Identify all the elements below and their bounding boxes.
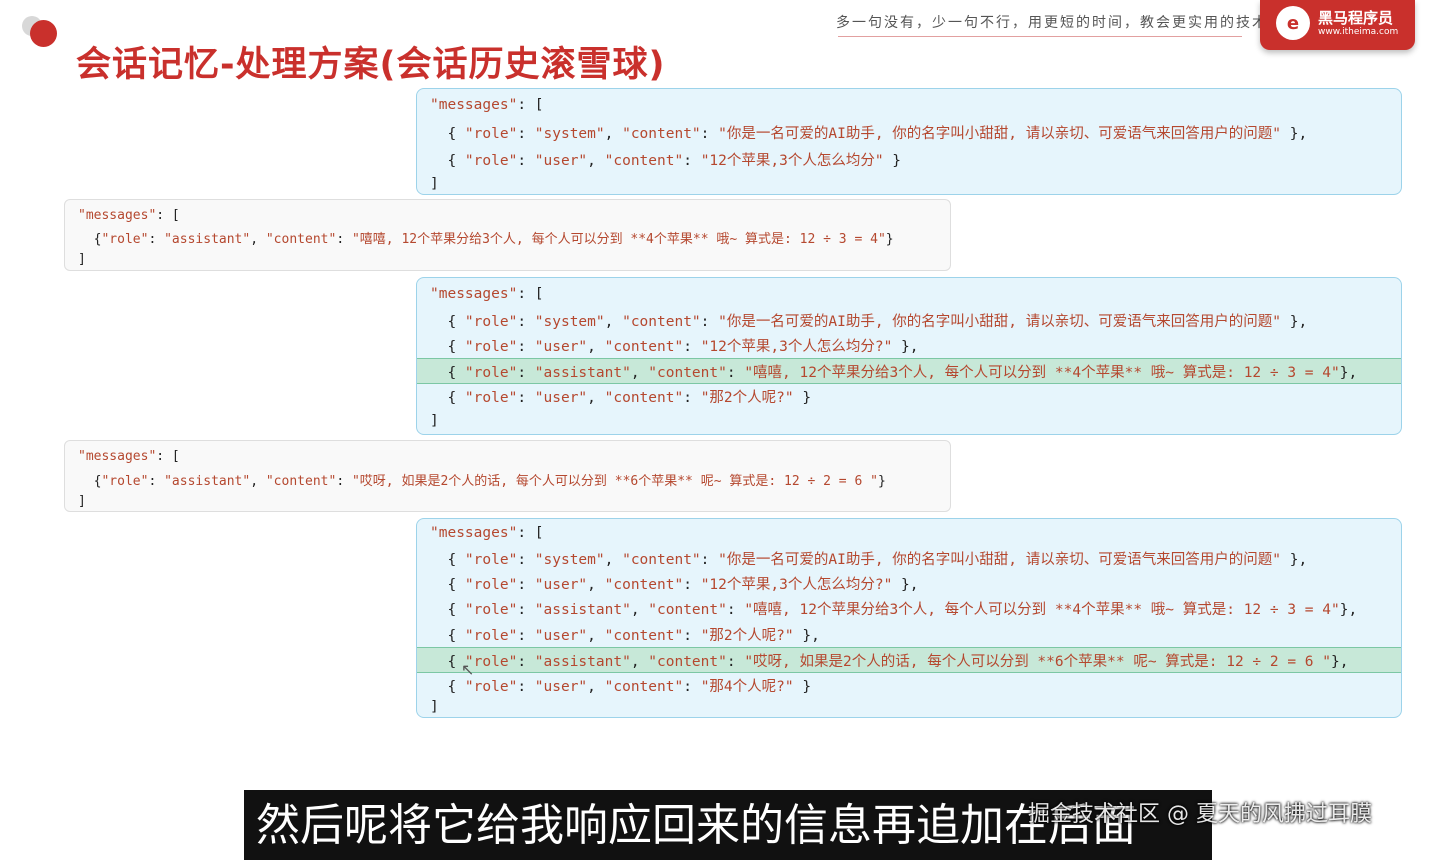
code-line: { "role": "system", "content": "你是一名可爱的A… xyxy=(430,125,1308,142)
code-line: "messages": [ xyxy=(430,525,544,541)
code-block-response-1: "messages": [ {"role": "assistant", "con… xyxy=(64,199,951,271)
logo-name: 黑马程序员 xyxy=(1318,9,1394,27)
code-line: ] xyxy=(430,413,439,429)
code-line: ] xyxy=(78,493,86,509)
logo-url: www.itheima.com xyxy=(1318,27,1399,37)
code-block-request-2: "messages": [ { "role": "system", "conte… xyxy=(416,277,1402,435)
code-line: { "role": "user", "content": "那4个人呢?" } xyxy=(430,678,812,695)
code-line: { "role": "assistant", "content": "嘻嘻, 1… xyxy=(430,601,1358,618)
decor-dot-red xyxy=(30,20,57,47)
code-line: ] xyxy=(78,251,86,267)
code-line: "messages": [ xyxy=(78,207,180,223)
code-line-highlighted: { "role": "assistant", "content": "嘻嘻, 1… xyxy=(417,358,1401,384)
watermark: 掘金技术社区 @ 夏天的风拂过耳膜 xyxy=(1028,802,1372,827)
code-line: { "role": "user", "content": "12个苹果,3个人怎… xyxy=(430,576,919,593)
code-block-request-1: "messages": [ { "role": "system", "conte… xyxy=(416,88,1402,195)
code-line: ] xyxy=(430,176,439,192)
brand-logo: e 黑马程序员 www.itheima.com xyxy=(1260,0,1415,50)
slide-title: 会话记忆-处理方案(会话历史滚雪球) xyxy=(76,45,666,85)
code-line: ] xyxy=(430,699,439,715)
code-line: { "role": "user", "content": "那2个人呢?" }, xyxy=(430,627,820,644)
logo-mark-icon: e xyxy=(1276,6,1310,40)
code-line: { "role": "user", "content": "12个苹果,3个人怎… xyxy=(430,338,919,355)
code-line: { "role": "system", "content": "你是一名可爱的A… xyxy=(430,551,1308,568)
code-line: { "role": "user", "content": "那2个人呢?" } xyxy=(430,389,812,406)
code-block-response-2: "messages": [ {"role": "assistant", "con… xyxy=(64,440,951,512)
code-line: { "role": "system", "content": "你是一名可爱的A… xyxy=(430,313,1308,330)
code-line: "messages": [ xyxy=(78,448,180,464)
code-line: {"role": "assistant", "content": "嘻嘻, 12… xyxy=(78,231,894,247)
code-line-highlighted: { "role": "assistant", "content": "哎呀, 如… xyxy=(417,647,1401,673)
code-line: "messages": [ xyxy=(430,286,544,302)
code-block-request-3: "messages": [ { "role": "system", "conte… xyxy=(416,518,1402,718)
slogan: 多一句没有，少一句不行，用更短的时间，教会更实用的技术 xyxy=(836,15,1268,31)
mouse-cursor-icon: ↖ xyxy=(461,660,475,679)
slogan-underline xyxy=(838,36,1242,37)
code-line: "messages": [ xyxy=(430,97,544,113)
code-line: {"role": "assistant", "content": "哎呀, 如果… xyxy=(78,473,886,489)
code-line: { "role": "user", "content": "12个苹果,3个人怎… xyxy=(430,152,902,169)
